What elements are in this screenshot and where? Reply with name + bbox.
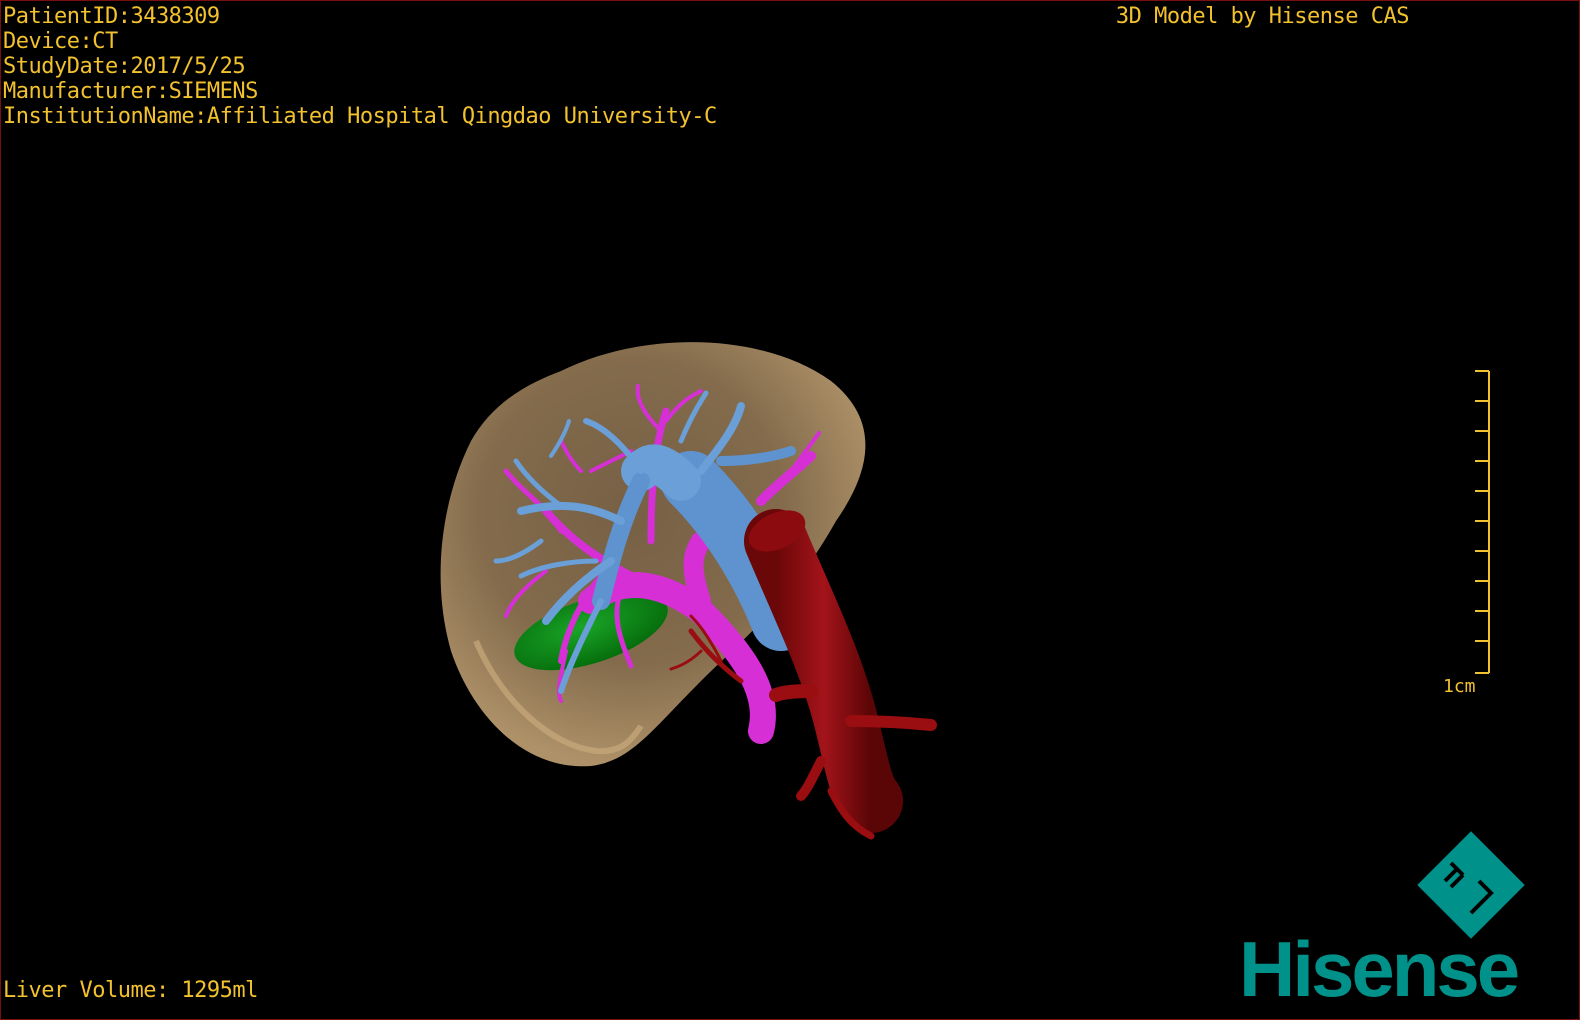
study-date: StudyDate:2017/5/25 [3, 54, 246, 79]
liver-volume: Liver Volume: 1295ml [3, 978, 258, 1003]
model-credit: 3D Model by Hisense CAS [1115, 4, 1410, 29]
scale-bar [1475, 370, 1490, 674]
patient-id: PatientID:3438309 [3, 4, 220, 29]
scale-bar-label: 1cm [1443, 676, 1476, 697]
hisense-wordmark: Hisense [1239, 925, 1520, 1013]
patient-info-block: PatientID:3438309 Device:CT StudyDate:20… [3, 4, 717, 129]
device: Device:CT [3, 29, 118, 54]
institution-name: InstitutionName:Affiliated Hospital Qing… [3, 104, 717, 129]
manufacturer: Manufacturer:SIEMENS [3, 79, 258, 104]
3d-viewport[interactable]: PatientID:3438309 Device:CT StudyDate:20… [0, 0, 1580, 1020]
liver-3d-model[interactable] [1, 1, 1579, 1019]
hisense-cas-logo-icon [1417, 831, 1525, 939]
